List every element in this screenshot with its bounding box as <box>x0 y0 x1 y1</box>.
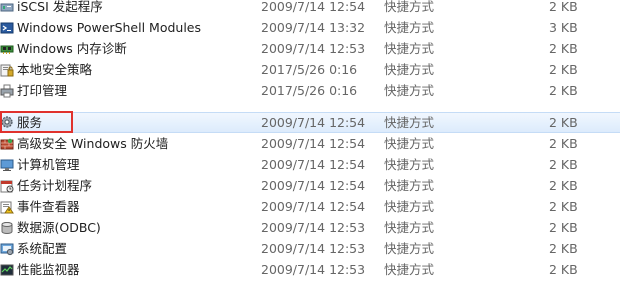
item-type: 快捷方式 <box>384 157 435 172</box>
memory-diagnostic-icon <box>0 41 14 55</box>
security-policy-icon <box>0 62 14 77</box>
item-type: 快捷方式 <box>384 199 435 214</box>
list-item-firewall[interactable]: 高级安全 Windows 防火墙 2009/7/14 12:54 快捷方式 2 … <box>0 133 620 154</box>
list-item-print-management[interactable]: 打印管理 2017/5/26 0:16 快捷方式 2 KB <box>0 80 620 101</box>
item-date: 2009/7/14 12:54 <box>261 0 366 14</box>
item-size: 2 KB <box>549 157 578 172</box>
item-size: 2 KB <box>549 0 578 14</box>
item-size: 2 KB <box>549 220 578 235</box>
item-name: 任务计划程序 <box>17 178 93 193</box>
item-size: 2 KB <box>549 136 578 151</box>
item-type: 快捷方式 <box>384 220 435 235</box>
task-scheduler-icon <box>0 178 14 193</box>
list-item-event-viewer[interactable]: 事件查看器 2009/7/14 12:54 快捷方式 2 KB <box>0 196 620 217</box>
item-type: 快捷方式 <box>384 178 435 193</box>
item-type: 快捷方式 <box>384 0 435 14</box>
item-date: 2009/7/14 12:54 <box>261 115 366 130</box>
item-size: 2 KB <box>549 178 578 193</box>
item-name: 计算机管理 <box>17 157 80 172</box>
list-item-task-scheduler[interactable]: 任务计划程序 2009/7/14 12:54 快捷方式 2 KB <box>0 175 620 196</box>
event-viewer-icon <box>0 199 14 214</box>
list-item-odbc[interactable]: 数据源(ODBC) 2009/7/14 12:53 快捷方式 2 KB <box>0 217 620 238</box>
list-item-powershell-modules[interactable]: Windows PowerShell Modules 2009/7/14 13:… <box>0 17 620 38</box>
item-size: 2 KB <box>549 62 578 77</box>
item-date: 2009/7/14 12:54 <box>261 178 366 193</box>
item-date: 2009/7/14 12:53 <box>261 262 366 277</box>
item-date: 2009/7/14 12:53 <box>261 241 366 256</box>
item-name: 数据源(ODBC) <box>17 220 101 235</box>
system-config-icon <box>0 241 14 256</box>
list-item-computer-management[interactable]: 计算机管理 2009/7/14 12:54 快捷方式 2 KB <box>0 154 620 175</box>
item-name: 本地安全策略 <box>17 62 93 77</box>
firewall-icon <box>0 136 14 150</box>
item-name: iSCSI 发起程序 <box>17 0 103 14</box>
item-date: 2009/7/14 12:53 <box>261 220 366 235</box>
item-type: 快捷方式 <box>384 241 435 256</box>
item-size: 2 KB <box>549 262 578 277</box>
item-size: 2 KB <box>549 115 578 130</box>
item-date: 2009/7/14 12:53 <box>261 41 366 56</box>
performance-monitor-icon <box>0 262 14 276</box>
powershell-icon <box>0 20 14 34</box>
item-name: Windows PowerShell Modules <box>17 20 201 35</box>
list-item-services[interactable]: 服务 2009/7/14 12:54 快捷方式 2 KB <box>0 112 620 133</box>
iscsi-icon <box>0 0 14 13</box>
file-list: iSCSI 发起程序 2009/7/14 12:54 快捷方式 2 KB Win… <box>0 0 620 280</box>
item-size: 2 KB <box>549 83 578 98</box>
item-name: 打印管理 <box>17 83 68 98</box>
list-item-performance-monitor[interactable]: 性能监视器 2009/7/14 12:53 快捷方式 2 KB <box>0 259 620 280</box>
item-date: 2009/7/14 13:32 <box>261 20 366 35</box>
annotation-highlight-box <box>0 111 73 133</box>
item-date: 2017/5/26 0:16 <box>261 83 358 98</box>
item-type: 快捷方式 <box>384 262 435 277</box>
item-name: 高级安全 Windows 防火墙 <box>17 136 169 151</box>
item-type: 快捷方式 <box>384 83 435 98</box>
list-item-memory-diagnostic[interactable]: Windows 内存诊断 2009/7/14 12:53 快捷方式 2 KB <box>0 38 620 59</box>
item-size: 2 KB <box>549 241 578 256</box>
computer-management-icon <box>0 157 14 171</box>
item-name: 事件查看器 <box>17 199 80 214</box>
item-name: 系统配置 <box>17 241 68 256</box>
odbc-icon <box>0 220 14 234</box>
item-type: 快捷方式 <box>384 62 435 77</box>
list-item-iscsi[interactable]: iSCSI 发起程序 2009/7/14 12:54 快捷方式 2 KB <box>0 0 620 17</box>
item-date: 2009/7/14 12:54 <box>261 199 366 214</box>
item-type: 快捷方式 <box>384 115 435 130</box>
item-date: 2009/7/14 12:54 <box>261 157 366 172</box>
list-item-system-config[interactable]: 系统配置 2009/7/14 12:53 快捷方式 2 KB <box>0 238 620 259</box>
printer-icon <box>0 83 14 98</box>
item-type: 快捷方式 <box>384 136 435 151</box>
item-date: 2017/5/26 0:16 <box>261 62 358 77</box>
item-size: 2 KB <box>549 199 578 214</box>
item-type: 快捷方式 <box>384 20 435 35</box>
item-date: 2009/7/14 12:54 <box>261 136 366 151</box>
item-type: 快捷方式 <box>384 41 435 56</box>
item-size: 2 KB <box>549 41 578 56</box>
item-size: 3 KB <box>549 20 578 35</box>
list-item-local-security-policy[interactable]: 本地安全策略 2017/5/26 0:16 快捷方式 2 KB <box>0 59 620 80</box>
item-name: 性能监视器 <box>17 262 80 277</box>
item-name: Windows 内存诊断 <box>17 41 127 56</box>
